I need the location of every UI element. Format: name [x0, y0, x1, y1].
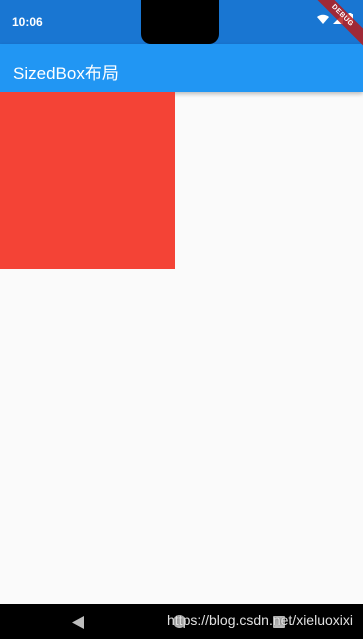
navigation-bar: https://blog.csdn.net/xieluoxixi — [0, 604, 363, 639]
app-bar: SizedBox布局 — [0, 44, 363, 92]
page-title: SizedBox布局 — [13, 64, 119, 83]
status-time: 10:06 — [12, 15, 43, 29]
sized-box — [0, 92, 175, 269]
camera-notch — [141, 0, 219, 44]
status-bar: 10:06 — [0, 0, 363, 44]
wifi-icon — [317, 14, 329, 24]
back-icon[interactable] — [72, 616, 84, 634]
watermark: https://blog.csdn.net/xieluoxixi — [167, 612, 353, 628]
